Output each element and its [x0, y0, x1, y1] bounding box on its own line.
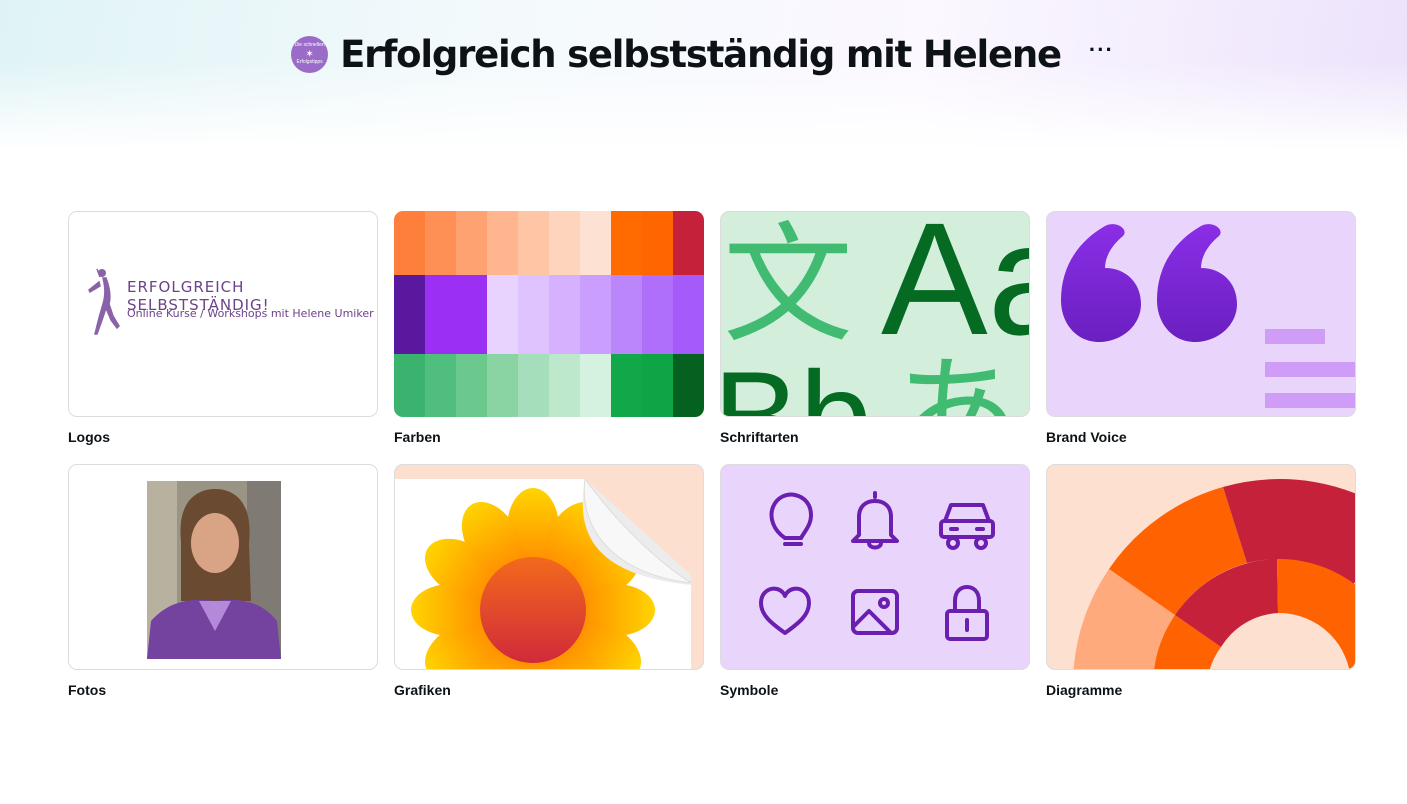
- lightbulb-icon: [769, 492, 813, 546]
- font-glyphs-illustration: 文 Aa Bb あ: [721, 212, 1029, 417]
- brand-kit-title[interactable]: Erfolgreich selbstständig mit Helene: [340, 33, 1062, 76]
- card-label-icons[interactable]: Symbole: [720, 682, 1030, 698]
- font-glyph-hiragana: あ: [891, 341, 1021, 417]
- color-swatch: [549, 275, 580, 354]
- color-swatch: [518, 275, 549, 354]
- lock-icon: [945, 585, 989, 641]
- color-swatch: [642, 275, 673, 354]
- card-charts[interactable]: Diagramme: [1046, 464, 1356, 698]
- card-label-photos[interactable]: Fotos: [68, 682, 378, 698]
- card-label-charts[interactable]: Diagramme: [1046, 682, 1356, 698]
- card-label-brand-voice[interactable]: Brand Voice: [1046, 429, 1356, 445]
- color-swatch: [549, 354, 580, 417]
- color-swatch: [518, 354, 549, 417]
- color-swatch: [642, 211, 673, 275]
- heart-icon: [759, 586, 811, 635]
- color-swatch: [487, 211, 518, 275]
- color-swatch: [673, 275, 704, 354]
- card-logos[interactable]: ERFOLGREICH SELBSTSTÄNDIG! Online Kurse …: [68, 211, 378, 445]
- dancer-logo-icon: [88, 268, 120, 335]
- color-swatch: [580, 354, 611, 417]
- symbols-illustration: [759, 491, 995, 641]
- palette-row-green: [394, 354, 704, 417]
- palette-row-purple: [394, 275, 704, 354]
- color-swatch: [580, 275, 611, 354]
- photo-thumbnail[interactable]: [68, 464, 378, 670]
- color-swatch: [487, 354, 518, 417]
- color-swatch: [425, 354, 456, 417]
- portrait-photo: [147, 481, 281, 659]
- color-swatch: [425, 275, 456, 354]
- color-swatch: [673, 211, 704, 275]
- icons-thumbnail[interactable]: [720, 464, 1030, 670]
- card-fonts[interactable]: 文 Aa Bb あ Schriftarten: [720, 211, 1030, 445]
- card-label-fonts[interactable]: Schriftarten: [720, 429, 1030, 445]
- font-glyph-kanji: 文: [723, 212, 853, 361]
- color-swatch: [456, 275, 487, 354]
- color-swatch: [611, 275, 642, 354]
- card-photos[interactable]: Fotos: [68, 464, 378, 698]
- card-label-colors[interactable]: Farben: [394, 429, 704, 445]
- card-icons[interactable]: Symbole: [720, 464, 1030, 698]
- color-swatch: [425, 211, 456, 275]
- logo-text-line2: Online Kurse / Workshops mit Helene Umik…: [127, 307, 374, 320]
- logos-thumbnail[interactable]: ERFOLGREICH SELBSTSTÄNDIG! Online Kurse …: [68, 211, 378, 417]
- color-swatch: [611, 354, 642, 417]
- bell-icon: [851, 491, 899, 550]
- quote-thumbnail[interactable]: [1046, 211, 1356, 417]
- avatar-text-bottom: Erfolgstipps: [296, 58, 323, 65]
- color-swatch: [394, 354, 425, 417]
- color-swatch: [487, 275, 518, 354]
- font-glyph-bb: Bb: [721, 344, 872, 417]
- color-swatch: [456, 211, 487, 275]
- more-options-button[interactable]: ···: [1087, 39, 1116, 69]
- sticker-thumbnail[interactable]: [394, 464, 704, 670]
- quote-mark-icon: [1061, 224, 1355, 408]
- card-label-logos[interactable]: Logos: [68, 429, 378, 445]
- car-icon: [939, 503, 995, 550]
- color-swatch: [673, 354, 704, 417]
- brand-kit-avatar[interactable]: Die schnellen ✶ Erfolgstipps: [291, 35, 329, 73]
- color-swatch: [518, 211, 549, 275]
- palette-row-orange: [394, 211, 704, 275]
- card-graphics[interactable]: Grafiken: [394, 464, 704, 698]
- color-swatch: [642, 354, 673, 417]
- portrait-image: [147, 481, 281, 659]
- flower-sticker-icon: [395, 477, 692, 669]
- color-swatch: [394, 211, 425, 275]
- brand-kit-header: Die schnellen ✶ Erfolgstipps Erfolgreich…: [0, 30, 1407, 78]
- brand-assets-grid: ERFOLGREICH SELBSTSTÄNDIG! Online Kurse …: [68, 211, 1356, 698]
- color-palette-thumbnail[interactable]: [394, 211, 704, 417]
- card-brand-voice[interactable]: Brand Voice: [1046, 211, 1356, 445]
- color-swatch: [394, 275, 425, 354]
- fonts-thumbnail[interactable]: 文 Aa Bb あ: [720, 211, 1030, 417]
- card-label-graphics[interactable]: Grafiken: [394, 682, 704, 698]
- image-icon: [851, 589, 899, 635]
- donut-chart-illustration: [1073, 479, 1355, 669]
- color-swatch: [611, 211, 642, 275]
- chart-thumbnail[interactable]: [1046, 464, 1356, 670]
- color-swatch: [456, 354, 487, 417]
- avatar-mark-icon: ✶: [305, 48, 314, 60]
- card-colors[interactable]: Farben: [394, 211, 704, 445]
- color-swatch: [580, 211, 611, 275]
- color-swatch: [549, 211, 580, 275]
